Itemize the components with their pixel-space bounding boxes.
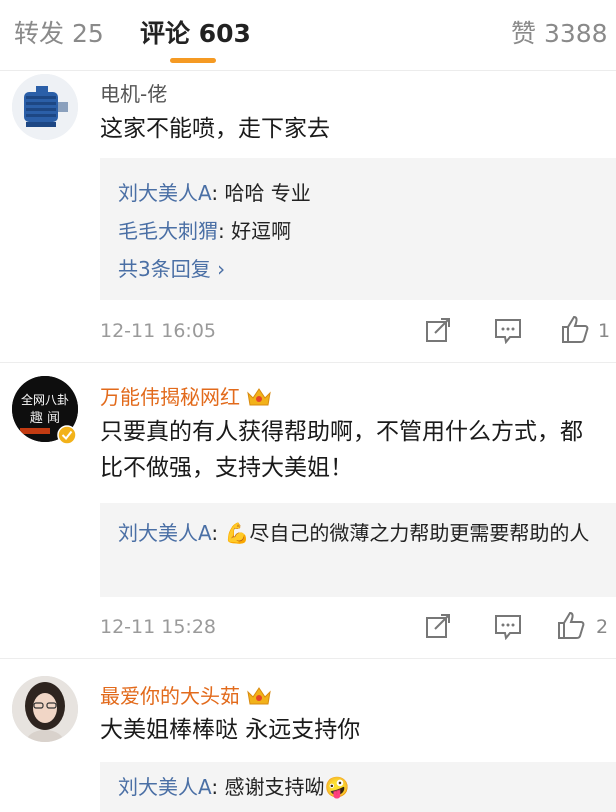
divider [0, 362, 616, 363]
avatar[interactable] [12, 74, 78, 140]
comment-username: 最爱你的大头茹 [100, 680, 272, 709]
reply-text: : 感谢支持呦🤪 [211, 775, 350, 799]
reply-box[interactable]: 刘大美人A: 感谢支持呦🤪 [100, 762, 616, 812]
reply-box[interactable]: 刘大美人A: 💪尽自己的微薄之力帮助更需要帮助的人 [100, 503, 616, 597]
tab-likes[interactable]: 赞 3388 [511, 14, 608, 50]
reply-box[interactable]: 刘大美人A: 哈哈 专业 毛毛大刺猬: 好逗啊 共3条回复 › [100, 158, 616, 300]
tab-reposts[interactable]: 转发 25 [14, 14, 104, 50]
like-count: 2 [596, 616, 609, 638]
active-tab-indicator [170, 58, 216, 63]
reply-line: 刘大美人A: 💪尽自己的微薄之力帮助更需要帮助的人 [118, 515, 616, 551]
reply-username[interactable]: 刘大美人A [118, 775, 211, 799]
crown-icon [247, 388, 271, 406]
reply-text: : 好逗啊 [218, 219, 292, 243]
reply-line: 毛毛大刺猬: 好逗啊 [118, 212, 616, 250]
verified-badge-icon [57, 425, 77, 445]
thumbs-up-icon[interactable] [561, 314, 589, 344]
crown-icon [247, 687, 271, 705]
reply-text: : 哈哈 专业 [211, 181, 311, 205]
share-icon[interactable] [424, 612, 452, 640]
reply-line: 刘大美人A: 哈哈 专业 [118, 174, 616, 212]
comment-icon[interactable] [494, 318, 522, 344]
svg-text:趣 闻: 趣 闻 [30, 411, 60, 426]
comment-timestamp: 12-11 16:05 [100, 320, 217, 342]
username-label[interactable]: 万能伟揭秘网红 [100, 385, 240, 409]
comment-icon[interactable] [494, 614, 522, 640]
comment-text: 只要真的有人获得帮助啊，不管用什么方式，都比不做强，支持大美姐！ [100, 419, 583, 481]
comment-username[interactable]: 电机-佬 [100, 78, 167, 107]
view-all-replies-link[interactable]: 共3条回复 › [118, 250, 616, 288]
svg-text:全网八卦: 全网八卦 [21, 392, 69, 407]
share-icon[interactable] [424, 316, 452, 344]
reply-username[interactable]: 刘大美人A [118, 521, 211, 545]
comment-tab-bar: 转发 25 评论 603 赞 3388 [0, 0, 616, 71]
thumbs-up-icon[interactable] [557, 610, 585, 640]
reply-username[interactable]: 毛毛大刺猬 [118, 219, 218, 243]
avatar[interactable] [12, 676, 78, 742]
user-photo-avatar [12, 676, 78, 742]
reply-text: : 💪尽自己的微薄之力帮助更需要帮助的人 [211, 521, 590, 545]
reply-username[interactable]: 刘大美人A [118, 181, 211, 205]
tab-comments[interactable]: 评论 603 [140, 14, 251, 50]
comment-text: 大美姐棒棒哒 永远支持你 [100, 717, 361, 743]
motor-avatar-image [12, 74, 78, 140]
username-label[interactable]: 最爱你的大头茹 [100, 684, 240, 708]
comment-text: 这家不能喷，走下家去 [100, 116, 330, 142]
comment-username: 万能伟揭秘网红 [100, 381, 272, 410]
divider [0, 658, 616, 659]
reply-line: 刘大美人A: 感谢支持呦🤪 [118, 768, 616, 806]
comment-timestamp: 12-11 15:28 [100, 616, 217, 638]
like-count: 1 [598, 320, 611, 342]
